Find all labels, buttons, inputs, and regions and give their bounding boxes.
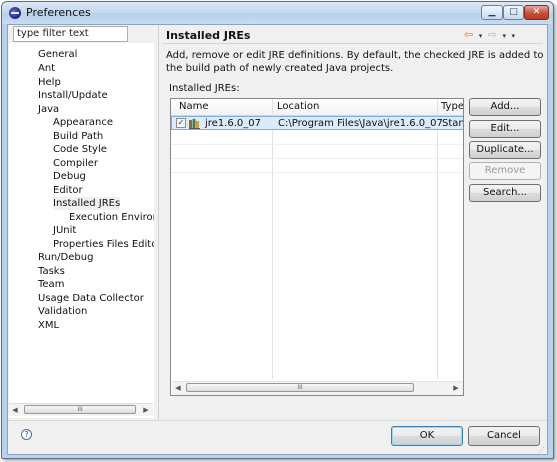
tree-item-junit[interactable]: JUnit <box>53 224 76 237</box>
page-title: Installed JREs <box>166 29 251 42</box>
back-menu-icon[interactable]: ▾ <box>479 32 484 40</box>
jre-default-checkbox[interactable]: ✓ <box>176 118 186 128</box>
preferences-window: Preferences ▁ □ ✕ type filter text Gener… <box>1 1 554 459</box>
close-button[interactable]: ✕ <box>524 5 549 20</box>
jre-library-icon <box>189 119 200 129</box>
remove-button[interactable]: Remove <box>469 162 541 180</box>
resize-grip-icon[interactable]: ⋰ <box>538 446 546 454</box>
back-arrow-icon[interactable]: ⇦ <box>464 28 474 41</box>
tree-item-properties-files-editor[interactable]: Properties Files Editor <box>53 238 154 251</box>
eclipse-icon <box>9 7 21 19</box>
tree-item-debug[interactable]: Debug <box>53 170 86 183</box>
tree-item-general[interactable]: General <box>38 48 77 61</box>
scroll-right-icon[interactable]: ▶ <box>140 404 152 416</box>
minimize-button[interactable]: ▁ <box>481 5 503 20</box>
page-description: Add, remove or edit JRE definitions. By … <box>166 50 544 74</box>
preference-tree: General Ant Help Install/Update Java App… <box>9 43 154 418</box>
help-icon[interactable]: ? <box>21 429 32 440</box>
tree-item-editor[interactable]: Editor <box>53 184 83 197</box>
scroll-left-icon[interactable]: ◀ <box>9 404 21 416</box>
tree-item-appearance[interactable]: Appearance <box>53 116 113 129</box>
add-button[interactable]: Add... <box>469 98 541 116</box>
tree-item-build-path[interactable]: Build Path <box>53 130 103 143</box>
table-row[interactable]: ✓ jre1.6.0_07 C:\Program Files\Java\jre1… <box>171 116 463 130</box>
tree-item-tasks[interactable]: Tasks <box>38 265 65 278</box>
tree-item-java[interactable]: Java <box>38 103 59 116</box>
column-header-name[interactable]: Name <box>179 101 209 112</box>
forward-arrow-icon[interactable]: ⇨ <box>488 28 498 41</box>
tree-item-execution-environments[interactable]: Execution Environm <box>69 211 154 224</box>
ok-button[interactable]: OK <box>391 426 463 446</box>
tree-item-help[interactable]: Help <box>38 76 61 89</box>
tree-item-xml[interactable]: XML <box>38 319 59 332</box>
scroll-left-icon[interactable]: ◀ <box>172 382 184 394</box>
jre-table: Name Location Type ✓ jre1.6.0_07 C:\Prog… <box>170 98 464 396</box>
installed-jres-label: Installed JREs: <box>169 83 240 94</box>
column-divider[interactable] <box>272 99 273 379</box>
tree-item-code-style[interactable]: Code Style <box>53 143 107 156</box>
tree-item-compiler[interactable]: Compiler <box>53 157 98 170</box>
maximize-button[interactable]: □ <box>503 5 524 20</box>
tree-horizontal-scrollbar[interactable]: ◀ III ▶ <box>9 403 153 416</box>
footer-separator <box>8 420 547 421</box>
column-header-type[interactable]: Type <box>441 101 463 112</box>
filter-input[interactable]: type filter text <box>13 26 128 42</box>
tree-item-ant[interactable]: Ant <box>38 62 55 75</box>
tree-item-team[interactable]: Team <box>38 278 64 291</box>
page-navigation: ⇦ ▾ ⇨ ▾ ▾ <box>464 28 516 41</box>
search-button[interactable]: Search... <box>469 184 541 202</box>
duplicate-button[interactable]: Duplicate... <box>469 141 541 159</box>
table-header: Name Location Type <box>171 99 463 116</box>
column-divider[interactable] <box>437 99 438 379</box>
window-title: Preferences <box>26 6 91 19</box>
pane-divider[interactable] <box>158 25 159 420</box>
scrollbar-thumb[interactable]: III <box>186 383 414 392</box>
row-divider <box>171 144 463 145</box>
jre-name: jre1.6.0_07 <box>205 118 261 129</box>
table-horizontal-scrollbar[interactable]: ◀ III ▶ <box>172 381 463 395</box>
forward-menu-icon[interactable]: ▾ <box>502 32 507 40</box>
row-divider <box>171 172 463 173</box>
jre-type: Stand <box>442 118 463 129</box>
dialog-body: type filter text General Ant Help Instal… <box>7 24 548 455</box>
cancel-button[interactable]: Cancel <box>468 426 540 446</box>
tree-item-validation[interactable]: Validation <box>38 305 87 318</box>
tree-item-install-update[interactable]: Install/Update <box>38 89 108 102</box>
view-menu-icon[interactable]: ▾ <box>511 32 516 40</box>
row-divider <box>171 158 463 159</box>
tree-item-run-debug[interactable]: Run/Debug <box>38 251 93 264</box>
tree-item-installed-jres[interactable]: Installed JREs <box>53 197 121 210</box>
scroll-right-icon[interactable]: ▶ <box>450 382 462 394</box>
scrollbar-thumb[interactable]: III <box>24 405 136 414</box>
title-bar[interactable]: Preferences ▁ □ ✕ <box>2 2 553 24</box>
tree-item-usage-data-collector[interactable]: Usage Data Collector <box>38 292 144 305</box>
edit-button[interactable]: Edit... <box>469 120 541 138</box>
column-header-location[interactable]: Location <box>277 101 319 112</box>
jre-location: C:\Program Files\Java\jre1.6.0_07 <box>278 118 443 129</box>
title-separator <box>163 43 543 44</box>
